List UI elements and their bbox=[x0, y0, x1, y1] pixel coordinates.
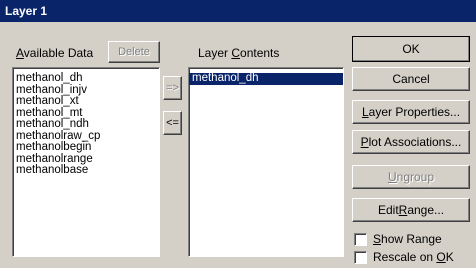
show-range-box[interactable] bbox=[354, 232, 367, 246]
list-item[interactable]: methanol_dh bbox=[189, 72, 343, 85]
list-item[interactable]: methanolbegin bbox=[13, 141, 159, 154]
ok-button[interactable]: OK bbox=[352, 36, 470, 62]
window-title: Layer 1 bbox=[5, 4, 48, 18]
plot-associations-button[interactable]: Plot Associations... bbox=[352, 130, 470, 154]
add-to-layer-button[interactable]: => bbox=[163, 76, 182, 100]
delete-button[interactable]: Delete bbox=[108, 41, 160, 63]
rescale-on-ok-box[interactable] bbox=[354, 250, 367, 264]
rescale-on-ok-checkbox[interactable]: Rescale on OK bbox=[354, 250, 454, 264]
rescale-on-ok-label: Rescale on OK bbox=[373, 250, 454, 264]
available-data-label: Available Data bbox=[16, 46, 94, 60]
list-item[interactable]: methanolbase bbox=[13, 164, 159, 177]
ungroup-button[interactable]: Ungroup bbox=[352, 165, 470, 189]
show-range-checkbox[interactable]: Show Range bbox=[354, 232, 442, 246]
layer-properties-button[interactable]: Layer Properties... bbox=[352, 100, 470, 124]
title-bar: Layer 1 bbox=[0, 0, 476, 22]
layer-contents-label: Layer Contents bbox=[198, 46, 280, 60]
show-range-label: Show Range bbox=[373, 232, 442, 246]
list-item[interactable]: methanol_xt bbox=[13, 95, 159, 108]
remove-from-layer-button[interactable]: <= bbox=[163, 111, 182, 135]
list-item[interactable]: methanol_dh bbox=[13, 72, 159, 85]
available-data-list[interactable]: methanol_dh methanol_injv methanol_xt me… bbox=[12, 67, 160, 257]
list-item[interactable]: methanol_ndh bbox=[13, 118, 159, 131]
cancel-button[interactable]: Cancel bbox=[352, 67, 470, 91]
layer-contents-list[interactable]: methanol_dh bbox=[188, 67, 344, 257]
edit-range-button[interactable]: Edit Range... bbox=[352, 198, 470, 222]
